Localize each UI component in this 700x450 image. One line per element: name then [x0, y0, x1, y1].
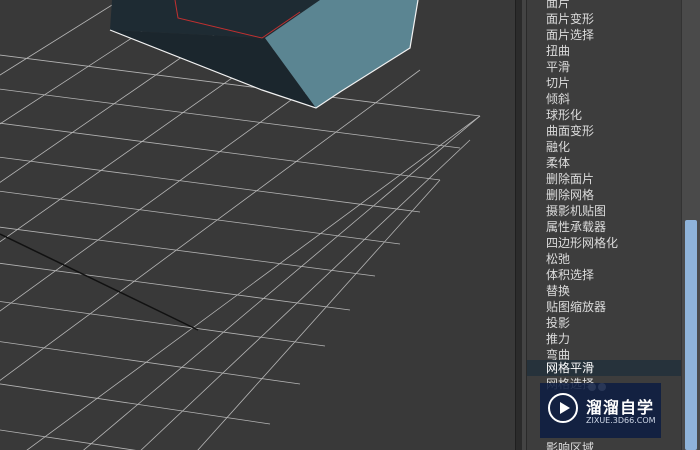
list-item[interactable]: 面片选择: [527, 27, 681, 43]
list-item[interactable]: 平滑: [527, 59, 681, 75]
list-item[interactable]: 摄影机贴图: [527, 203, 681, 219]
perspective-viewport[interactable]: [0, 0, 522, 450]
scrollbar-thumb[interactable]: [685, 220, 697, 450]
list-item[interactable]: 切片: [527, 75, 681, 91]
list-item[interactable]: 面片: [527, 0, 681, 11]
list-item[interactable]: 融化: [527, 139, 681, 155]
viewport-grid: [0, 0, 481, 450]
list-item[interactable]: 四边形网格化: [527, 235, 681, 251]
play-logo-icon: [548, 393, 578, 423]
watermark-url: ZIXUE.3D66.COM: [586, 416, 656, 425]
list-item[interactable]: 属性承载器: [527, 219, 681, 235]
watermark: 溜溜自学 ZIXUE.3D66.COM: [540, 383, 661, 438]
list-item[interactable]: 投影: [527, 315, 681, 331]
list-item[interactable]: 替换: [527, 283, 681, 299]
list-item[interactable]: 体积选择: [527, 267, 681, 283]
list-item[interactable]: 柔体: [527, 155, 681, 171]
list-item[interactable]: 影响区域: [527, 440, 681, 450]
list-item[interactable]: 推力: [527, 331, 681, 347]
list-item[interactable]: 曲面变形: [527, 123, 681, 139]
list-item[interactable]: 删除网格: [527, 187, 681, 203]
list-item[interactable]: 删除面片: [527, 171, 681, 187]
modifier-list-scrollbar[interactable]: [681, 0, 700, 450]
list-item[interactable]: 面片变形: [527, 11, 681, 27]
list-item-selected[interactable]: 网格平滑: [527, 360, 681, 376]
box-object: [109, 0, 419, 109]
list-item[interactable]: 倾斜: [527, 91, 681, 107]
list-item[interactable]: 扭曲: [527, 43, 681, 59]
list-item[interactable]: 松弛: [527, 251, 681, 267]
list-item[interactable]: 贴图缩放器: [527, 299, 681, 315]
watermark-title: 溜溜自学: [586, 398, 655, 417]
list-item[interactable]: 球形化: [527, 107, 681, 123]
